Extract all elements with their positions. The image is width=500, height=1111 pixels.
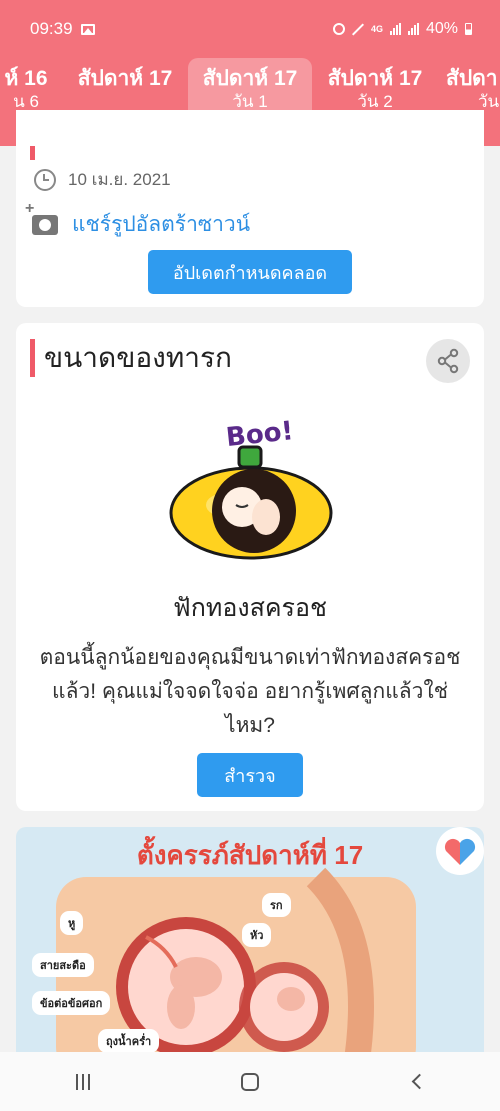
mute-icon (352, 23, 364, 35)
home-icon (240, 1072, 259, 1091)
period-date-row: 10 เม.ย. 2021 (34, 166, 171, 193)
clock-icon (34, 168, 56, 191)
label-head: หัว (242, 923, 272, 947)
baby-size-title: ขนาดของทารก (44, 342, 232, 373)
battery-icon (465, 23, 472, 35)
period-card: 10 เม.ย. 2021 แชร์รูปอัลตร้าซาวน์ อัปเดต… (16, 110, 484, 307)
tab-week-label: ห์ 16 (4, 67, 48, 90)
label-placenta: รก (262, 893, 291, 917)
fruit-name: ฟักทองสครอช (173, 594, 327, 622)
share-icon (437, 348, 459, 374)
recent-apps-icon (76, 1073, 91, 1090)
tab-week-label: สัปดา (446, 67, 498, 90)
add-photo-icon (25, 200, 58, 235)
share-button[interactable] (426, 339, 470, 383)
card-accent (30, 339, 35, 377)
app-logo-heart-icon (436, 827, 484, 875)
status-bar: 09:39 4G 40% (0, 0, 500, 58)
week-infographic-card[interactable]: ตั้งครรภ์สัปดาห์ที่ 17 หู สายสะดือ ข้อต่… (16, 827, 484, 1067)
fruit-description: ตอนนี้ลูกน้อยของคุณมีขนาดเท่าฟักทองสครอช… (39, 646, 461, 737)
signal-icon-2 (407, 23, 419, 35)
signal-icon (389, 23, 401, 35)
recent-apps-button[interactable] (53, 1062, 113, 1102)
update-due-date-button[interactable]: อัปเดตกำหนดคลอด (148, 250, 352, 294)
tab-day-label: วัน (478, 92, 500, 111)
tab-day-label: วัน 1 (232, 92, 268, 111)
period-date: 10 เม.ย. 2021 (68, 170, 171, 189)
back-icon (411, 1073, 428, 1090)
fetus-illustration (56, 867, 416, 1067)
pumpkin-baby-illustration: Boo! (169, 416, 333, 560)
battery-percent: 40% (425, 20, 458, 37)
tab-day-label: น 6 (13, 92, 39, 111)
share-ultrasound-label: แชร์รูปอัลตร้าซาวน์ (72, 213, 251, 236)
status-time: 09:39 (30, 19, 73, 38)
label-umbilical-cord: สายสะดือ (32, 953, 94, 977)
label-elbow-joint: ข้อต่อข้อศอก (32, 991, 111, 1015)
label-amniotic-sac: ถุงน้ำคร่ำ (98, 1029, 160, 1053)
tab-day-label: วัน 2 (357, 92, 393, 111)
baby-size-card: ขนาดของทารก Boo! ฟักทองสครอช ตอนนี้ลูกน้… (16, 323, 484, 811)
system-nav-bar (0, 1052, 500, 1111)
tab-week-label: สัปดาห์ 17 (202, 67, 298, 90)
card-accent (30, 146, 35, 160)
back-button[interactable] (387, 1062, 447, 1102)
tab-week-label: สัปดาห์ 17 (77, 67, 173, 90)
explore-button[interactable]: สำรวจ (197, 753, 303, 797)
image-icon (80, 23, 95, 35)
share-ultrasound-link[interactable]: แชร์รูปอัลตร้าซาวน์ (25, 200, 251, 241)
label-ear: หู (60, 911, 84, 935)
alarm-icon (332, 23, 345, 35)
tab-week-label: สัปดาห์ 17 (327, 67, 423, 90)
network-label: 4G (370, 24, 383, 34)
home-button[interactable] (220, 1062, 280, 1102)
